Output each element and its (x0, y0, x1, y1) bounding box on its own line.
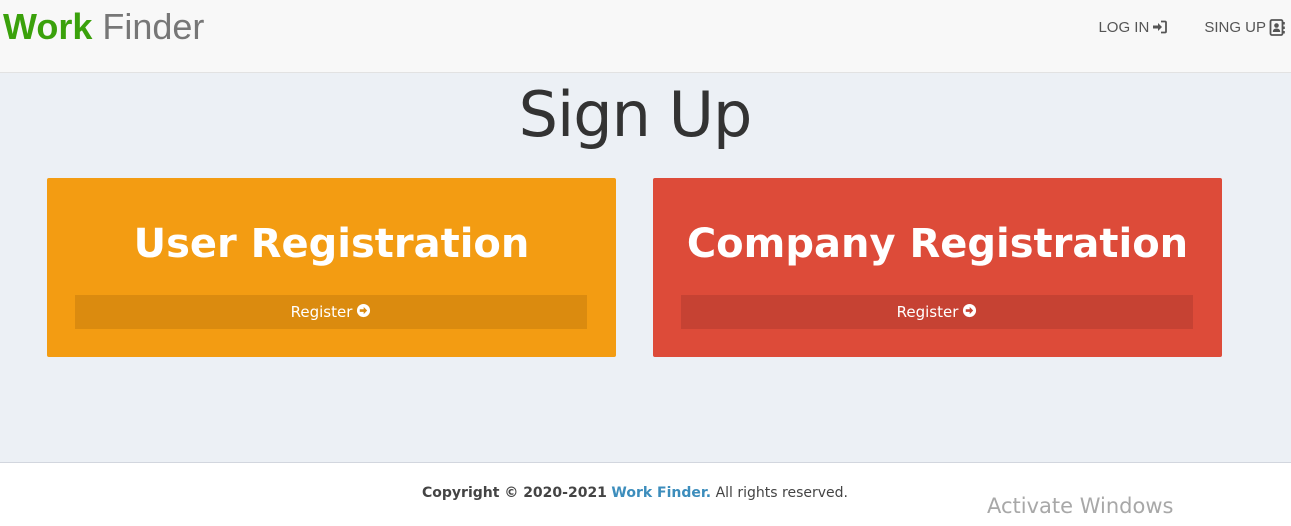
brand-rest-text: Finder (102, 6, 205, 47)
brand-accent-text: Work (3, 6, 93, 47)
signup-link[interactable]: SING UP (1204, 17, 1285, 37)
rights-reserved-text: All rights reserved. (715, 485, 848, 501)
company-register-label: Register (896, 303, 959, 321)
arrow-circle-right-icon (962, 303, 977, 322)
copyright-prefix: Copyright © 2020-2021 (422, 485, 607, 501)
company-register-button[interactable]: Register (681, 295, 1193, 329)
page-title: Sign Up (518, 78, 753, 151)
user-registration-box: User Registration Register (47, 178, 616, 357)
navbar: Work Finder LOG IN SING UP (0, 0, 1291, 73)
arrow-circle-right-icon (356, 303, 371, 322)
brand-logo[interactable]: Work Finder (3, 6, 204, 48)
footer-brand-link[interactable]: Work Finder. (611, 485, 711, 501)
activate-windows-watermark: Activate Windows (987, 494, 1174, 518)
address-book-icon (1269, 18, 1285, 36)
user-register-label: Register (290, 303, 353, 321)
login-link[interactable]: LOG IN (1098, 17, 1168, 37)
user-registration-title: User Registration (133, 221, 530, 267)
signup-label: SING UP (1204, 18, 1266, 36)
main-content: Sign Up User Registration Register Compa… (0, 73, 1291, 462)
nav-links: LOG IN SING UP (1098, 17, 1285, 37)
company-registration-title: Company Registration (686, 221, 1189, 267)
user-register-button[interactable]: Register (75, 295, 587, 329)
company-registration-box: Company Registration Register (653, 178, 1222, 357)
sign-in-icon (1152, 20, 1168, 34)
login-label: LOG IN (1098, 18, 1150, 36)
